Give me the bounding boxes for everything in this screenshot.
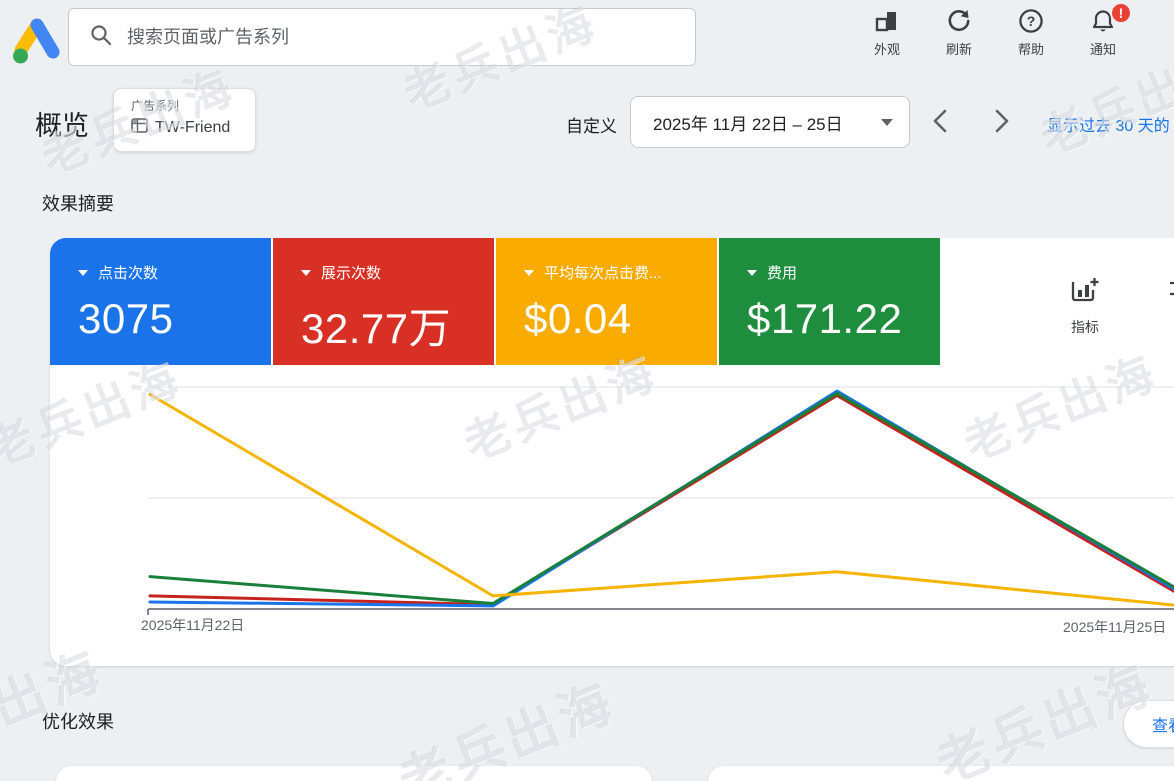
campaign-chip-name: TW-Friend	[155, 119, 231, 136]
metrics-icon	[1070, 276, 1100, 309]
action-label: 通知	[1089, 42, 1116, 57]
caret-down-icon	[78, 269, 88, 276]
next-date-range-button[interactable]	[984, 103, 1020, 139]
caret-down-icon	[524, 269, 534, 276]
optimization-heading: 优化效果	[42, 712, 114, 732]
svg-text:?: ?	[1027, 13, 1036, 29]
date-range-value: 2025年 11月 22日 – 25日	[653, 114, 843, 134]
search-bar	[68, 8, 696, 66]
performance-summary-heading: 效果摘要	[42, 194, 114, 214]
previous-date-range-button[interactable]	[922, 103, 958, 139]
search-icon	[89, 23, 113, 52]
date-range-mode-label: 自定义	[566, 117, 617, 136]
google-ads-logo[interactable]	[6, 14, 62, 64]
caret-down-icon	[747, 269, 757, 276]
page-title: 概览	[35, 111, 89, 141]
metric-card-avg-cpc[interactable]: 平均每次点击费... $0.04	[496, 238, 717, 365]
performance-line-chart[interactable]	[50, 365, 1174, 666]
refresh-icon	[946, 6, 972, 36]
metric-card-clicks[interactable]: 点击次数 3075	[50, 238, 271, 365]
metric-value: $171.22	[747, 295, 903, 342]
metric-cards: 点击次数 3075 展示次数 32.77万 平均每次点击费... $0.04 费…	[50, 238, 940, 365]
optimization-view-link[interactable]: 查看	[1123, 700, 1174, 748]
action-label: 帮助	[1017, 42, 1044, 57]
tune-icon	[1168, 276, 1174, 309]
metrics-button[interactable]: 指标	[1050, 276, 1120, 337]
adjust-button[interactable]: 调	[1148, 276, 1174, 337]
metric-card-cost[interactable]: 费用 $171.22	[719, 238, 940, 365]
campaign-table-icon	[131, 118, 148, 138]
metric-label: 平均每次点击费...	[544, 265, 662, 282]
action-label: 外观	[873, 42, 900, 57]
show-last-30-days-link[interactable]: 显示过去 30 天的	[1047, 112, 1170, 136]
metric-card-impressions[interactable]: 展示次数 32.77万	[273, 238, 494, 365]
metric-label: 点击次数	[98, 265, 159, 282]
action-label: 刷新	[945, 42, 972, 57]
metric-value: $0.04	[524, 295, 632, 342]
watermark: 老兵出海	[391, 673, 625, 781]
metric-label: 费用	[767, 265, 798, 282]
appearance-icon	[874, 6, 900, 36]
metric-label: 展示次数	[321, 265, 382, 282]
help-icon: ?	[1018, 6, 1044, 36]
caret-down-icon	[301, 269, 311, 276]
metric-value: 3075	[78, 295, 174, 342]
optimization-card-right[interactable]	[708, 766, 1174, 781]
notifications-button[interactable]: 通知 !	[1074, 2, 1132, 58]
chevron-down-icon	[881, 118, 893, 126]
help-button[interactable]: ? 帮助	[1002, 6, 1060, 58]
campaign-chip[interactable]: 广告系列 TW-Friend	[113, 88, 256, 152]
date-range-select[interactable]: 2025年 11月 22日 – 25日	[630, 96, 910, 148]
side-button-label: 指标	[1071, 319, 1099, 335]
google-ads-overview-screen: 老兵出海 老兵出海 老兵出海 老兵出海 老兵出海 老兵出海 老兵出海 老兵出海 …	[0, 0, 1174, 781]
top-actions: 外观 刷新 ? 帮助 通知 !	[858, 2, 1132, 58]
appearance-button[interactable]: 外观	[858, 6, 916, 58]
refresh-button[interactable]: 刷新	[930, 6, 988, 58]
metric-value: 32.77万	[301, 305, 452, 352]
campaign-chip-type: 广告系列	[131, 99, 180, 113]
notification-badge: !	[1110, 2, 1132, 24]
search-input[interactable]	[127, 26, 647, 48]
optimization-card-left[interactable]	[56, 766, 652, 781]
